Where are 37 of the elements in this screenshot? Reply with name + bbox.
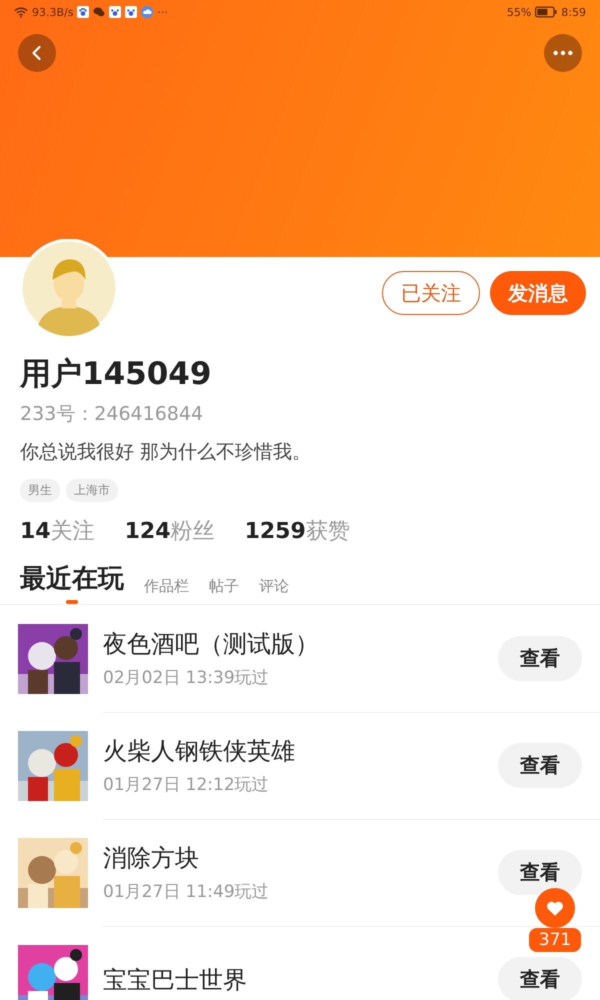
paw-icon bbox=[77, 6, 90, 18]
stat[interactable]: 14关注 bbox=[20, 516, 95, 546]
game-title: 消除方块 bbox=[103, 843, 200, 874]
play-time: 02月02日 13:39玩过 bbox=[103, 667, 270, 689]
user-id: 233号：246416844 bbox=[20, 402, 204, 427]
tab[interactable]: 评论 bbox=[259, 577, 289, 604]
game-title: 夜色酒吧（测试版） bbox=[103, 629, 320, 660]
view-button[interactable]: 查看 bbox=[498, 850, 582, 895]
more-notifications: ··· bbox=[157, 6, 168, 18]
paw-icon bbox=[125, 6, 138, 18]
view-button[interactable]: 查看 bbox=[498, 957, 582, 1000]
profile-tag: 上海市 bbox=[66, 479, 118, 502]
tab[interactable]: 帖子 bbox=[209, 577, 239, 604]
battery-percent: 55% bbox=[506, 6, 532, 18]
cloud-icon bbox=[141, 6, 154, 18]
back-button[interactable] bbox=[18, 34, 56, 72]
battery-icon bbox=[535, 6, 558, 18]
chat-icon bbox=[93, 6, 106, 18]
tab[interactable]: 作品栏 bbox=[144, 577, 189, 604]
more-button[interactable] bbox=[544, 34, 582, 72]
game-title: 宝宝巴士世界 bbox=[103, 964, 248, 996]
stat[interactable]: 124粉丝 bbox=[124, 516, 215, 546]
view-button[interactable]: 查看 bbox=[498, 743, 582, 788]
clock: 8:59 bbox=[561, 6, 586, 18]
play-time: 01月27日 11:49玩过 bbox=[103, 881, 270, 903]
tab[interactable]: 最近在玩 bbox=[20, 561, 124, 604]
more-icon bbox=[552, 49, 574, 57]
game-title: 火柴人钢铁侠英雄 bbox=[103, 736, 296, 767]
view-button[interactable]: 查看 bbox=[498, 636, 582, 681]
stat[interactable]: 1259获赞 bbox=[244, 516, 350, 546]
paw-icon bbox=[109, 6, 122, 18]
play-time: 01月27日 12:12玩过 bbox=[103, 774, 270, 796]
network-speed: 93.3B/s bbox=[32, 6, 74, 18]
wifi-icon bbox=[14, 6, 28, 18]
profile-tag: 男生 bbox=[20, 479, 60, 502]
bio: 你总说我很好 那为什么不珍惜我。 bbox=[20, 440, 312, 465]
user-name: 用户145049 bbox=[20, 355, 212, 394]
